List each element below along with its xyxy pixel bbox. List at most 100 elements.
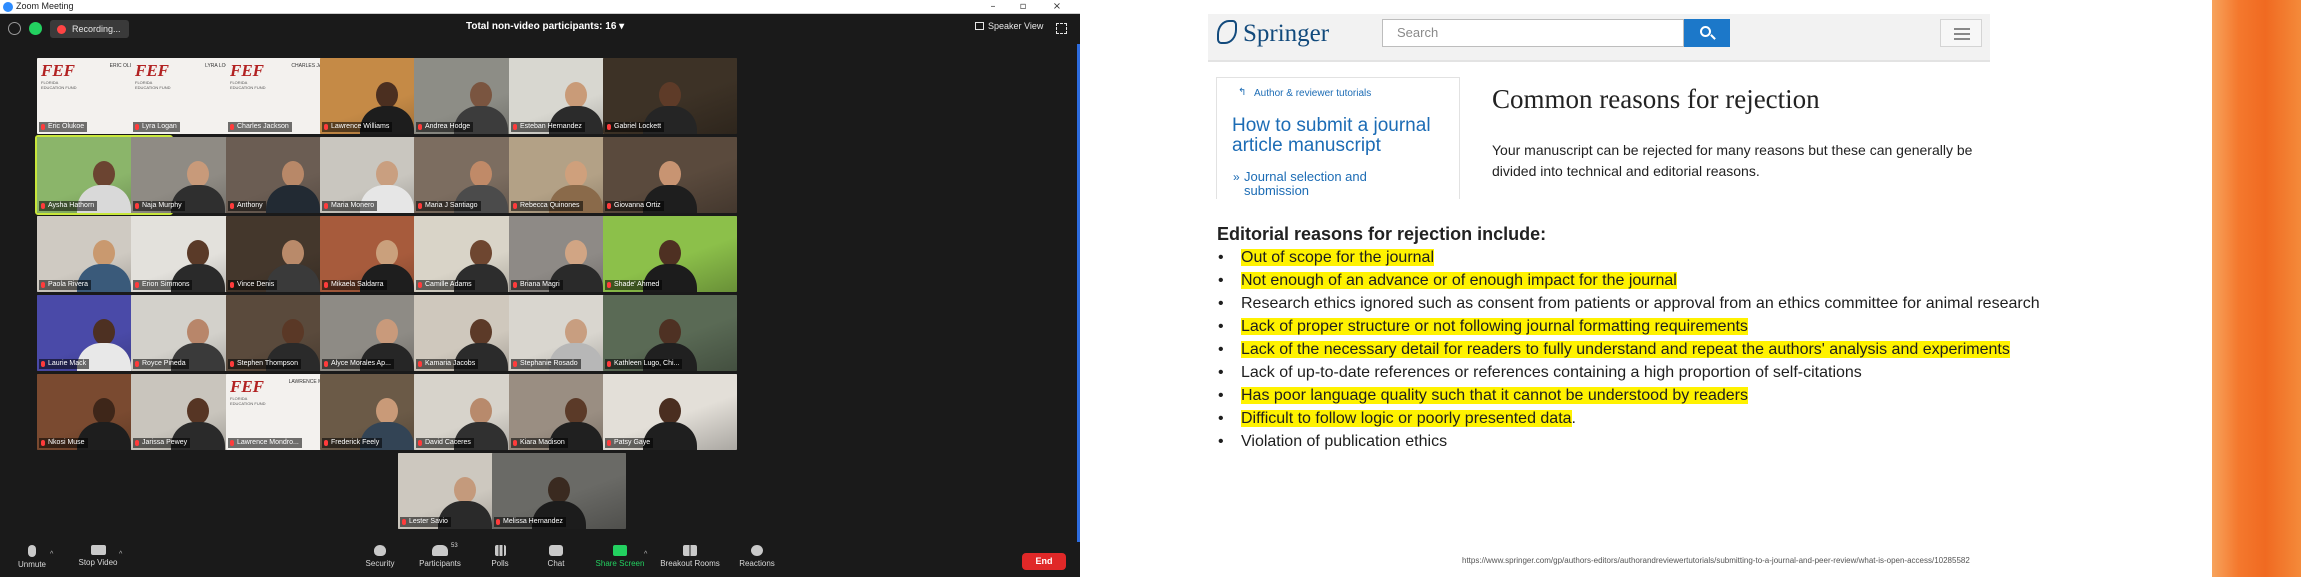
share-options-chevron-icon[interactable]: ^ [644,551,647,558]
tutorial-link-journal-selection: Journal selection and submission [1244,169,1367,198]
springer-menu-button [1940,19,1982,47]
participant-tile[interactable]: Gabriel Lockett [603,58,737,134]
speaker-view-button[interactable]: Speaker View [975,21,1043,31]
chat-bubble-icon [549,545,563,556]
reason-item: Out of scope for the journal [1217,246,2097,269]
muted-microphone-icon [324,440,328,446]
chat-button[interactable]: Chat [526,545,586,568]
reason-text: Lack of up-to-date references or referen… [1241,364,1862,381]
view-grid-icon [975,22,984,30]
tutorial-title: How to submit a journal article manuscri… [1232,115,1431,156]
participant-name: Charles Jackson [228,122,292,132]
participant-name: Vince Denis [228,280,278,290]
reason-item: Research ethics ignored such as consent … [1217,292,2097,315]
slide-orange-accent [2212,0,2301,577]
participant-name: Kamaria Jacobs [416,359,479,369]
fullscreen-icon[interactable] [1056,23,1067,34]
participant-name: Stephen Thompson [228,359,301,369]
audio-options-chevron-icon[interactable]: ^ [50,551,53,558]
speaker-view-label: Speaker View [988,21,1044,31]
participant-name: Andrea Hodge [416,122,474,132]
participant-tile[interactable]: Giovanna Ortiz [603,137,737,213]
muted-microphone-icon [230,361,234,367]
participants-button[interactable]: Participants [410,545,470,568]
share-screen-label: Share Screen [595,559,645,568]
participant-name: Eric Olukoe [39,122,88,132]
participant-name: Melissa Hernandez [494,517,566,527]
participant-tile[interactable]: Melissa Hernandez [492,453,626,529]
participant-name: Briana Magri [511,280,563,290]
zoom-window: Zoom Meeting – ▫ × FEF FLORIDA EDUCATION … [0,0,1080,577]
muted-microphone-icon [418,361,422,367]
participant-tile[interactable]: Shade' Ahmed [603,216,737,292]
chat-label: Chat [547,559,565,568]
participant-name: Royce Pineda [133,359,189,369]
microphone-muted-icon [28,545,36,557]
muted-microphone-icon [230,124,234,130]
muted-microphone-icon [230,203,234,209]
muted-microphone-icon [513,203,517,209]
fef-logo: FEF [230,61,265,80]
meeting-info-icon[interactable] [8,22,21,35]
muted-microphone-icon [324,282,328,288]
recording-dot-icon [57,25,66,34]
muted-microphone-icon [135,440,139,446]
fef-logo: FEF [41,61,76,80]
slide-heading: Common reasons for rejection [1492,84,1820,114]
muted-microphone-icon [418,124,422,130]
reason-item: Violation of publication ethics [1217,430,2097,453]
springer-search-button [1684,19,1730,47]
reactions-button[interactable]: Reactions [727,545,787,568]
reason-item: Has poor language quality such that it c… [1217,384,2097,407]
muted-microphone-icon [324,361,328,367]
non-video-participants-dropdown[interactable]: Total non-video participants: 16 ▾ [466,21,624,32]
muted-microphone-icon [607,361,611,367]
security-label: Security [365,559,395,568]
participants-label: Participants [419,559,461,568]
participant-name: Lester Savio [400,517,451,527]
end-meeting-button[interactable]: End [1022,553,1066,570]
muted-microphone-icon [607,440,611,446]
muted-microphone-icon [513,361,517,367]
muted-microphone-icon [41,203,45,209]
participant-name: Camille Adams [416,280,475,290]
participant-name: Rebecca Quinones [511,201,583,211]
participant-name: Lawrence Mondro... [228,438,302,448]
muted-microphone-icon [418,440,422,446]
video-options-chevron-icon[interactable]: ^ [119,551,122,558]
springer-search-input: Search [1382,19,1684,47]
stop-video-label: Stop Video [78,558,118,567]
fef-sublabel: FLORIDA EDUCATION FUND [230,80,266,90]
participant-name: Patsy Gaye [605,438,654,448]
muted-microphone-icon [41,282,45,288]
participant-tile[interactable]: Kathleen Lugo, Chi... [603,295,737,371]
recording-indicator[interactable]: Recording... [50,20,129,38]
fef-sublabel: FLORIDA EDUCATION FUND [41,80,77,90]
reason-item: Difficult to follow logic or poorly pres… [1217,407,2097,430]
participant-tile[interactable]: Patsy Gaye [603,374,737,450]
participant-name: Stephanie Rosado [511,359,581,369]
security-button[interactable]: Security [350,545,410,568]
muted-microphone-icon [418,203,422,209]
highlighted-reason-text: Difficult to follow logic or poorly pres… [1241,410,1572,427]
muted-microphone-icon [402,519,406,525]
muted-microphone-icon [230,440,234,446]
participant-name: Maria Monero [322,201,378,211]
muted-microphone-icon [41,124,45,130]
share-screen-button[interactable]: Share Screen [590,545,650,568]
participant-name: Maria J Santiago [416,201,481,211]
non-video-participants-label: Total non-video participants: 16 [466,21,617,32]
breakout-rooms-label: Breakout Rooms [660,559,720,568]
encryption-shield-icon[interactable] [29,22,42,35]
participant-avatar [266,157,320,213]
editorial-reasons-heading: Editorial reasons for rejection include: [1217,224,1547,244]
muted-microphone-icon [513,440,517,446]
polls-button[interactable]: Polls [470,545,530,568]
muted-microphone-icon [496,519,500,525]
participant-name: Paola Rivera [39,280,92,290]
breakout-rooms-button[interactable]: Breakout Rooms [660,545,720,568]
participant-name: Mikaela Saldarra [322,280,387,290]
participant-name: Lyra Logan [133,122,180,132]
participant-name: Kathleen Lugo, Chi... [605,359,683,369]
reason-item: Not enough of an advance or of enough im… [1217,269,2097,292]
